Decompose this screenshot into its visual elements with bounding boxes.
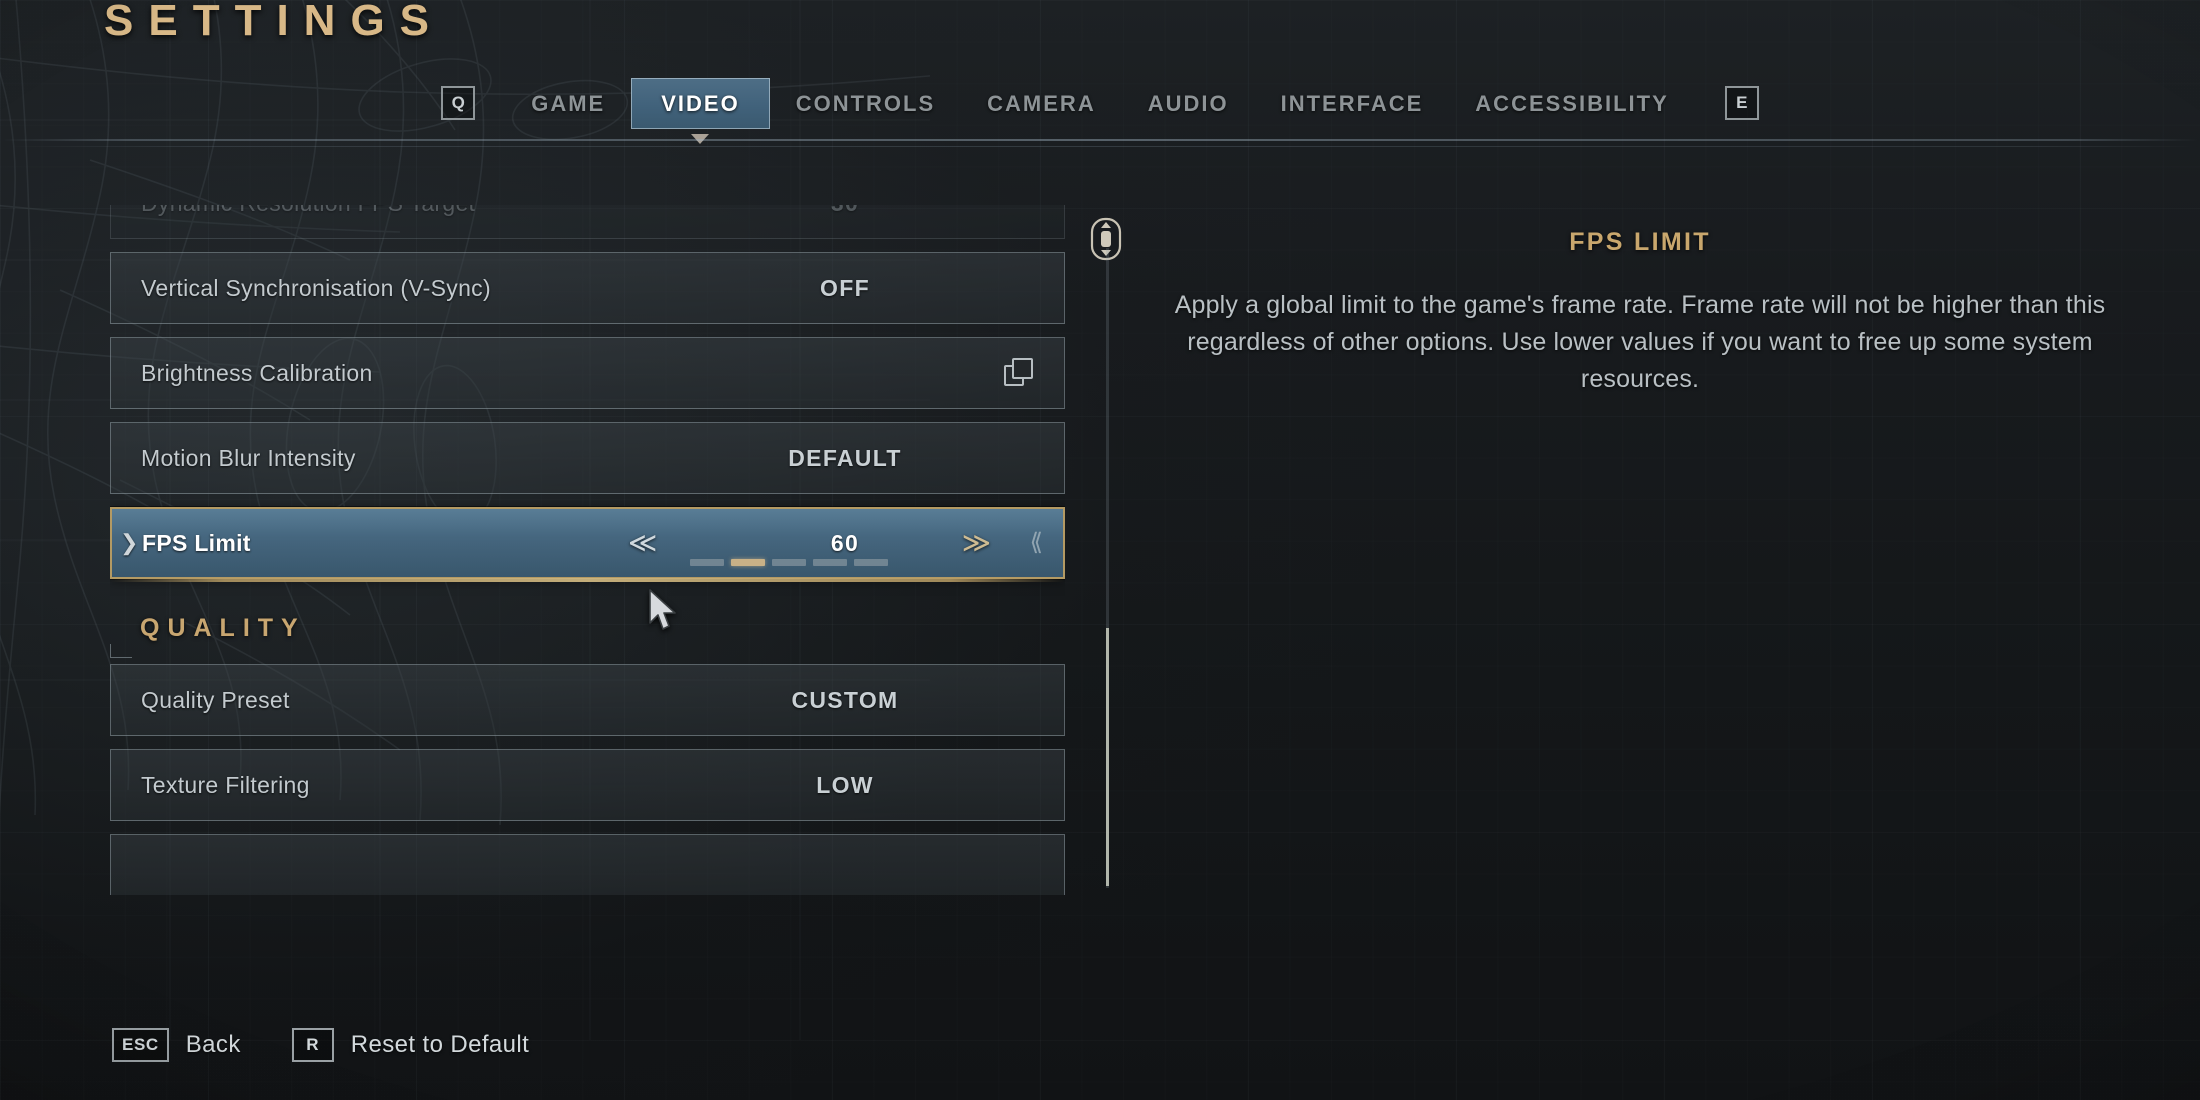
section-corner-ornament-icon bbox=[110, 644, 132, 658]
settings-screen: SETTINGS Q GAME VIDEO CONTROLS CAMERA AU… bbox=[0, 0, 2200, 1100]
tab-controls-label: CONTROLS bbox=[795, 90, 936, 116]
segment-3 bbox=[813, 559, 847, 566]
tab-accessibility[interactable]: ACCESSIBILITY bbox=[1449, 78, 1694, 129]
settings-list: Dynamic Resolution FPS Target 30 Vertica… bbox=[110, 205, 1065, 895]
settings-tab-bar: Q GAME VIDEO CONTROLS CAMERA AUDIO INTER… bbox=[0, 74, 2200, 144]
settings-list-scrollbar-track[interactable] bbox=[1106, 248, 1109, 888]
segment-0 bbox=[690, 559, 724, 566]
section-heading-quality: QUALITY bbox=[110, 592, 1065, 664]
setting-value: 30 bbox=[626, 205, 1064, 217]
tab-bar-divider-secondary bbox=[0, 146, 2200, 147]
setting-value: DEFAULT bbox=[788, 444, 902, 471]
tab-game-label: GAME bbox=[531, 90, 606, 116]
tab-camera[interactable]: CAMERA bbox=[961, 78, 1122, 129]
setting-label: Texture Filtering bbox=[141, 771, 310, 798]
footer-actions: ESC Back R Reset to Default bbox=[112, 1028, 563, 1062]
tab-game[interactable]: GAME bbox=[505, 78, 631, 129]
prev-tab-key-hint[interactable]: Q bbox=[441, 86, 476, 120]
section-heading-label: QUALITY bbox=[140, 613, 306, 642]
decrease-value-arrow-icon[interactable]: ≪ bbox=[628, 529, 657, 557]
segment-1 bbox=[731, 559, 765, 566]
segment-4 bbox=[854, 559, 888, 566]
setting-label: Motion Blur Intensity bbox=[141, 444, 356, 471]
fps-limit-segment-indicator[interactable] bbox=[690, 559, 888, 566]
setting-label: Vertical Synchronisation (V-Sync) bbox=[141, 274, 491, 301]
reset-key-hint[interactable]: R bbox=[291, 1028, 334, 1062]
tab-controls[interactable]: CONTROLS bbox=[770, 78, 961, 129]
detail-description: Apply a global limit to the game's frame… bbox=[1174, 291, 2106, 393]
back-action-label[interactable]: Back bbox=[186, 1031, 241, 1059]
setting-row-partial[interactable] bbox=[110, 834, 1065, 895]
back-key-hint[interactable]: ESC bbox=[112, 1028, 169, 1062]
setting-label: FPS Limit bbox=[142, 529, 251, 556]
page-title: SETTINGS bbox=[104, 0, 445, 45]
setting-value: OFF bbox=[820, 274, 870, 301]
segment-2 bbox=[772, 559, 806, 566]
dual-window-icon bbox=[1004, 358, 1034, 388]
reset-action-label[interactable]: Reset to Default bbox=[351, 1031, 530, 1059]
detail-panel: FPS LIMIT Apply a global limit to the ga… bbox=[1140, 228, 2140, 397]
setting-row-motion-blur-intensity[interactable]: Motion Blur Intensity DEFAULT bbox=[110, 422, 1065, 494]
settings-list-viewport: Dynamic Resolution FPS Target 30 Vertica… bbox=[110, 205, 1065, 895]
row-edge-ornament-icon: ⟪ bbox=[1029, 529, 1043, 556]
setting-label: Dynamic Resolution FPS Target bbox=[141, 205, 475, 217]
setting-row-brightness-calibration[interactable]: Brightness Calibration bbox=[110, 337, 1065, 409]
setting-row-quality-preset[interactable]: Quality Preset CUSTOM bbox=[110, 664, 1065, 736]
tab-interface-label: INTERFACE bbox=[1280, 90, 1424, 116]
setting-label: Quality Preset bbox=[141, 686, 290, 713]
setting-value: 60 bbox=[830, 529, 860, 556]
tab-accessibility-label: ACCESSIBILITY bbox=[1475, 90, 1669, 116]
tab-camera-label: CAMERA bbox=[987, 90, 1096, 116]
settings-list-scrollbar-thumb[interactable] bbox=[1106, 628, 1109, 886]
increase-value-arrow-icon[interactable]: ≫ bbox=[962, 529, 991, 557]
setting-value: CUSTOM bbox=[791, 686, 899, 713]
setting-row-dynamic-resolution-fps-target[interactable]: Dynamic Resolution FPS Target 30 bbox=[110, 205, 1065, 239]
setting-row-texture-filtering[interactable]: Texture Filtering LOW bbox=[110, 749, 1065, 821]
tab-audio-label: AUDIO bbox=[1147, 90, 1229, 116]
setting-row-fps-limit[interactable]: ❯ FPS Limit ≪ 60 ≫ ⟪ bbox=[110, 507, 1065, 582]
tab-interface[interactable]: INTERFACE bbox=[1255, 78, 1450, 129]
next-tab-key-hint[interactable]: E bbox=[1724, 86, 1759, 120]
selection-chevron-icon: ❯ bbox=[120, 530, 139, 555]
tab-video[interactable]: VIDEO bbox=[631, 77, 770, 144]
setting-row-vertical-synchronisation[interactable]: Vertical Synchronisation (V-Sync) OFF bbox=[110, 252, 1065, 324]
setting-value: LOW bbox=[816, 771, 874, 798]
setting-label: Brightness Calibration bbox=[141, 359, 373, 386]
detail-title: FPS LIMIT bbox=[1569, 228, 1711, 256]
tab-audio[interactable]: AUDIO bbox=[1122, 78, 1255, 129]
tab-bar-divider bbox=[0, 139, 2200, 141]
tab-video-label: VIDEO bbox=[661, 90, 740, 116]
